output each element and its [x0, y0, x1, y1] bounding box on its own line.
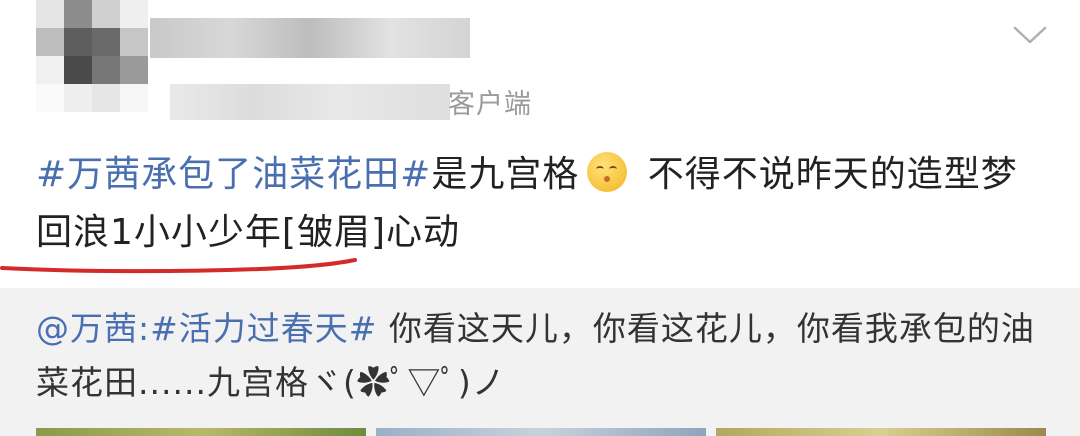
avatar[interactable] — [36, 0, 148, 112]
source-redacted — [170, 84, 450, 120]
photo-thumbnail[interactable] — [716, 428, 1046, 436]
photo-thumbnail[interactable] — [36, 428, 366, 436]
post-hashtag-link[interactable]: #万茜承包了油菜花田# — [36, 154, 431, 195]
username-redacted[interactable] — [150, 18, 470, 58]
image-thumbnails-strip — [0, 428, 1080, 436]
red-underline-annotation — [0, 258, 357, 274]
repost-hashtag-link[interactable]: #活力过春天# — [150, 309, 377, 348]
post-text-1: 是九宫格 — [431, 154, 580, 195]
weibo-post: 客户端 #万茜承包了油菜花田#是九宫格 不得不说昨天的造型梦回浪1小小少年[皱眉… — [0, 0, 1080, 436]
chevron-down-icon[interactable] — [1012, 24, 1048, 46]
photo-thumbnail[interactable] — [376, 428, 706, 436]
kissing-face-emoji-icon — [587, 152, 628, 192]
repost-text: @万茜:#活力过春天# 你看这天儿，你看这花儿，你看我承包的油菜花田......… — [36, 302, 1036, 410]
post-body: #万茜承包了油菜花田#是九宫格 不得不说昨天的造型梦回浪1小小少年[皱眉]心动 — [36, 146, 1036, 262]
post-source: 客户端 — [448, 89, 532, 120]
repost-mention-link[interactable]: @万茜: — [36, 309, 150, 348]
repost-card[interactable]: @万茜:#活力过春天# 你看这天儿，你看这花儿，你看我承包的油菜花田......… — [0, 288, 1080, 436]
